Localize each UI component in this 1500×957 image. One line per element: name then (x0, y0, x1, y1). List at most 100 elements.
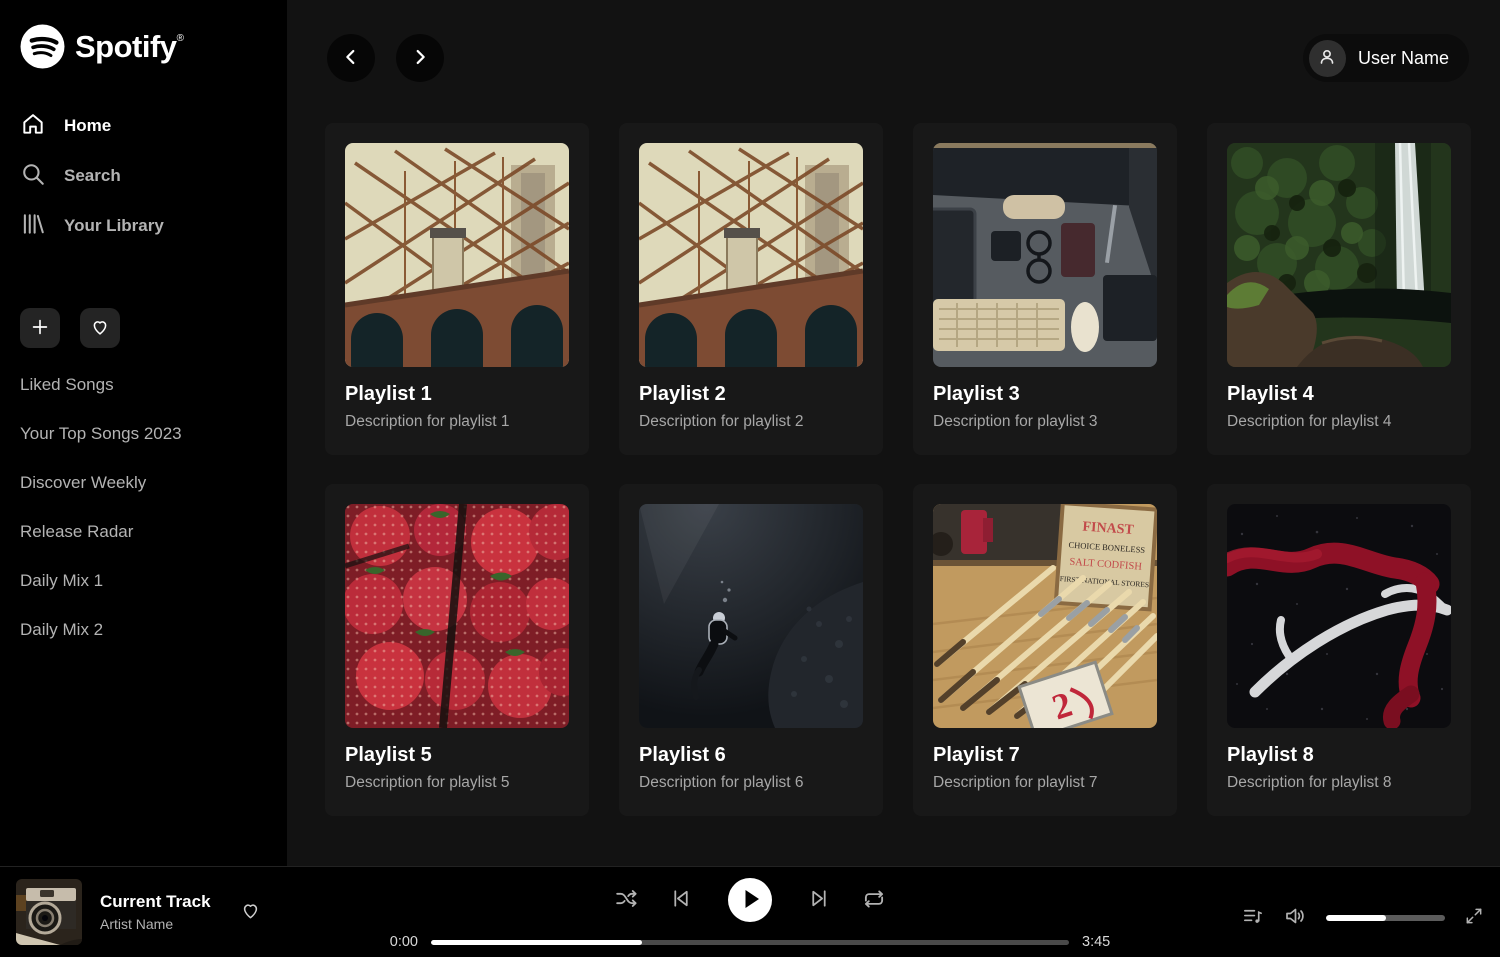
playlist-title: Playlist 4 (1227, 383, 1451, 406)
history-nav (327, 34, 444, 82)
topbar: User Name (325, 34, 1469, 82)
player-bar: Current Track Artist Name (0, 866, 1500, 957)
sidebar-playlist-daily-mix-2[interactable]: Daily Mix 2 (20, 605, 267, 654)
next-button[interactable] (807, 886, 832, 914)
library-icon (20, 211, 46, 242)
play-icon (728, 877, 772, 924)
shuffle-icon (614, 886, 639, 914)
sidebar-item-label: Home (64, 116, 111, 136)
playlist-cover-image (639, 143, 863, 367)
sidebar-playlist-liked-songs[interactable]: Liked Songs (20, 360, 267, 409)
volume-icon (1283, 904, 1307, 931)
spotify-logo-icon (20, 24, 65, 69)
playlist-description: Description for playlist 5 (345, 774, 569, 792)
playlist-cover-image (1227, 504, 1451, 728)
volume-fill (1326, 915, 1386, 921)
artist-name: Artist Name (100, 916, 211, 932)
next-icon (807, 886, 832, 914)
playlist-grid: Playlist 1 Description for playlist 1 Pl… (325, 123, 1469, 816)
elapsed-time: 0:00 (380, 934, 418, 950)
playlist-description: Description for playlist 4 (1227, 413, 1451, 431)
sidebar: Spotify® Home Search (0, 0, 287, 866)
queue-button[interactable] (1241, 905, 1264, 931)
queue-icon (1241, 905, 1264, 931)
sidebar-playlist-release-radar[interactable]: Release Radar (20, 507, 267, 556)
playlist-title: Playlist 2 (639, 383, 863, 406)
playlist-cover-image (345, 143, 569, 367)
sidebar-playlist-daily-mix-1[interactable]: Daily Mix 1 (20, 556, 267, 605)
playlist-card-1[interactable]: Playlist 1 Description for playlist 1 (325, 123, 589, 455)
sidebar-playlist-your-top-songs-2023[interactable]: Your Top Songs 2023 (20, 409, 267, 458)
plus-icon (29, 316, 51, 341)
player-right (1241, 904, 1484, 931)
playlist-description: Description for playlist 1 (345, 413, 569, 431)
sidebar-nav: Home Search Your Library (20, 101, 267, 251)
playlist-description: Description for playlist 8 (1227, 774, 1451, 792)
playlist-card-4[interactable]: Playlist 4 Description for playlist 4 (1207, 123, 1471, 455)
create-playlist-button[interactable] (20, 308, 60, 348)
playlist-title: Playlist 1 (345, 383, 569, 406)
playlist-card-8[interactable]: Playlist 8 Description for playlist 8 (1207, 484, 1471, 816)
forward-button[interactable] (396, 34, 444, 82)
like-track-button[interactable] (239, 899, 262, 925)
progress-fill (431, 940, 642, 945)
chevron-right-icon (409, 46, 431, 71)
user-name-label: User Name (1358, 48, 1449, 69)
chevron-left-icon (340, 46, 362, 71)
sidebar-item-label: Search (64, 166, 121, 186)
playlist-card-7[interactable]: FINAST CHOICE BONELESS SALT CODFISH FIRS… (913, 484, 1177, 816)
now-playing: Current Track Artist Name (16, 879, 262, 945)
playlist-description: Description for playlist 7 (933, 774, 1157, 792)
heart-icon (89, 316, 111, 341)
fullscreen-button[interactable] (1464, 906, 1484, 929)
player-center: 0:00 3:45 (380, 878, 1120, 950)
spotify-wordmark: Spotify® (75, 24, 184, 69)
playlist-description: Description for playlist 6 (639, 774, 863, 792)
sidebar-playlists: Liked SongsYour Top Songs 2023Discover W… (20, 360, 267, 654)
playlist-cover-image: FINAST CHOICE BONELESS SALT CODFISH FIRS… (933, 504, 1157, 728)
previous-button[interactable] (668, 886, 693, 914)
playlist-title: Playlist 8 (1227, 744, 1451, 767)
shuffle-button[interactable] (614, 886, 639, 914)
back-button[interactable] (327, 34, 375, 82)
volume-button[interactable] (1283, 904, 1307, 931)
playlist-title: Playlist 3 (933, 383, 1157, 406)
sidebar-playlist-discover-weekly[interactable]: Discover Weekly (20, 458, 267, 507)
volume-slider[interactable] (1326, 915, 1445, 921)
playlist-card-6[interactable]: Playlist 6 Description for playlist 6 (619, 484, 883, 816)
playback-controls (380, 878, 1120, 922)
track-info: Current Track Artist Name (100, 892, 211, 932)
avatar (1309, 40, 1346, 77)
search-icon (20, 161, 46, 192)
heart-icon (239, 899, 262, 925)
sidebar-item-your-library[interactable]: Your Library (20, 201, 267, 251)
progress-bar[interactable] (431, 940, 1069, 945)
playlist-card-3[interactable]: Playlist 3 Description for playlist 3 (913, 123, 1177, 455)
progress-section: 0:00 3:45 (380, 934, 1120, 950)
liked-songs-button[interactable] (80, 308, 120, 348)
previous-icon (668, 886, 693, 914)
user-menu-button[interactable]: User Name (1303, 34, 1469, 82)
playlist-card-5[interactable]: Playlist 5 Description for playlist 5 (325, 484, 589, 816)
repeat-icon (861, 886, 887, 915)
playlist-title: Playlist 6 (639, 744, 863, 767)
sidebar-item-label: Your Library (64, 216, 164, 236)
playlist-card-2[interactable]: Playlist 2 Description for playlist 2 (619, 123, 883, 455)
duration-time: 3:45 (1082, 934, 1120, 950)
playlist-cover-image (345, 504, 569, 728)
repeat-button[interactable] (861, 886, 887, 915)
playlist-cover-image (639, 504, 863, 728)
main-content: User Name Playlist 1 Description for pla… (287, 0, 1500, 866)
playlist-title: Playlist 7 (933, 744, 1157, 767)
sidebar-item-home[interactable]: Home (20, 101, 267, 151)
album-art (16, 879, 82, 945)
spotify-logo: Spotify® (20, 24, 267, 69)
user-icon (1316, 46, 1338, 71)
app-window: Spotify® Home Search (0, 0, 1500, 866)
sidebar-actions (20, 308, 267, 348)
play-button[interactable] (728, 878, 772, 922)
playlist-title: Playlist 5 (345, 744, 569, 767)
sidebar-item-search[interactable]: Search (20, 151, 267, 201)
playlist-description: Description for playlist 2 (639, 413, 863, 431)
expand-icon (1464, 906, 1484, 929)
